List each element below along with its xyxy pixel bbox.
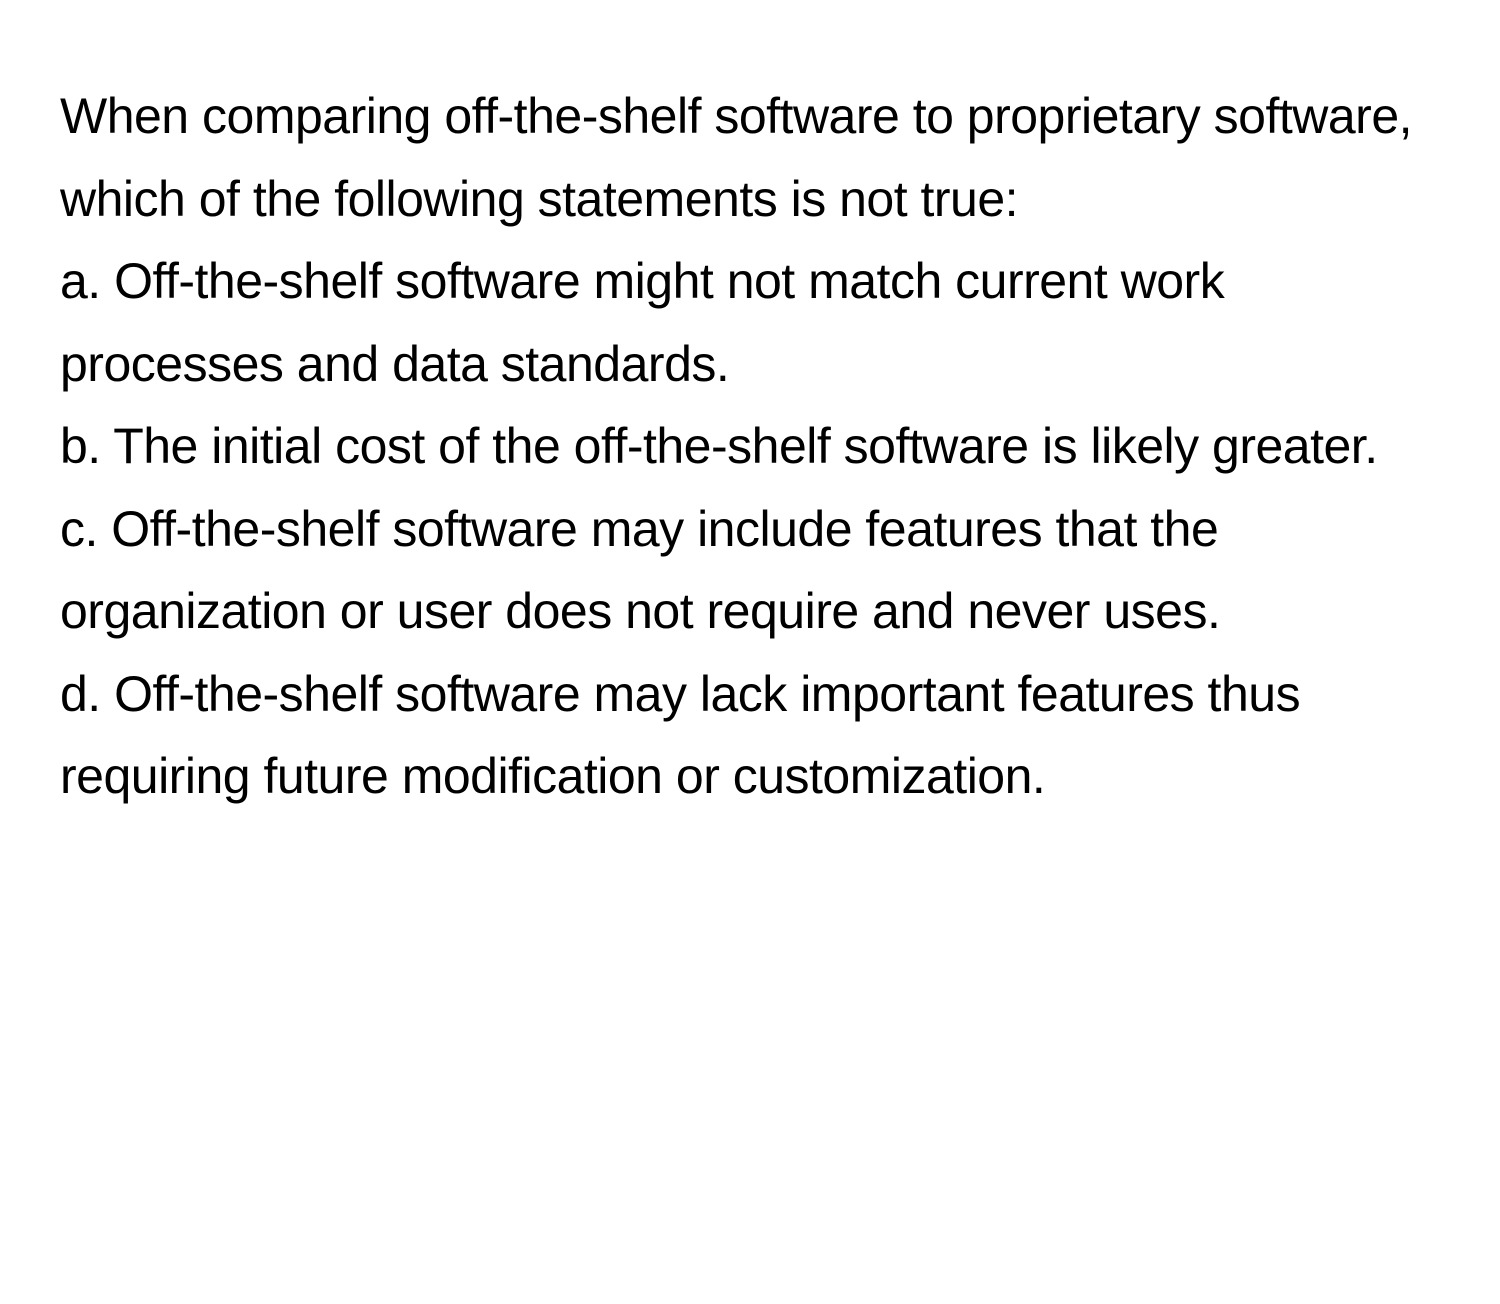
option-d: d. Off-the-shelf software may lack impor… [60,653,1440,818]
option-c: c. Off-the-shelf software may include fe… [60,488,1440,653]
option-a: a. Off-the-shelf software might not matc… [60,240,1440,405]
question-stem: When comparing off-the-shelf software to… [60,75,1440,240]
option-b: b. The initial cost of the off-the-shelf… [60,405,1440,488]
